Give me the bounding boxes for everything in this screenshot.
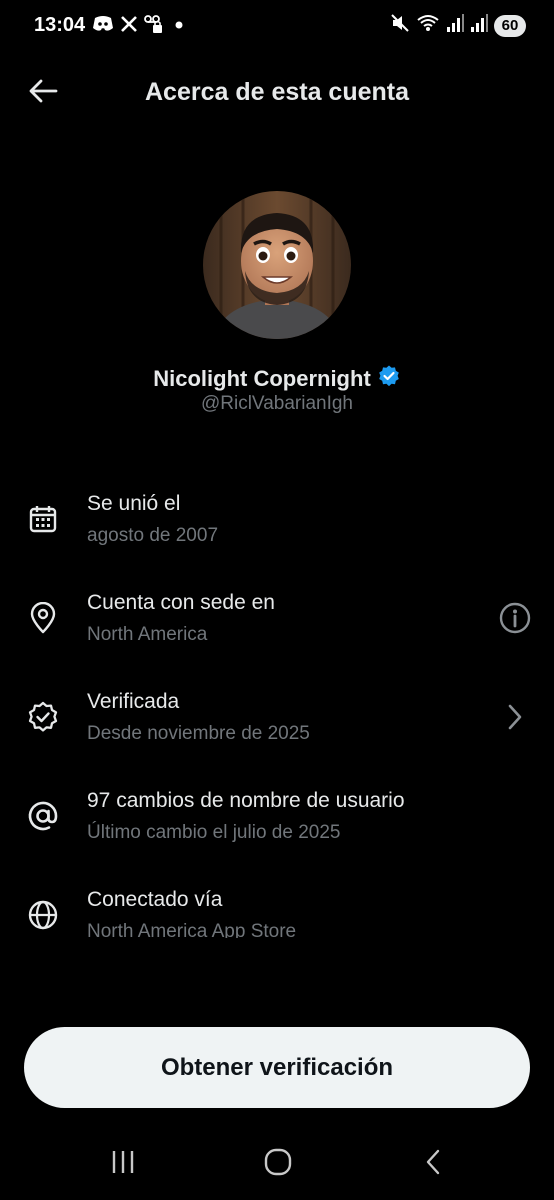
connected-via-value: North America App Store — [87, 921, 297, 938]
username-handle: @RiclVabarianIgh — [200, 393, 353, 414]
status-bar: 13:04 60 — [0, 0, 554, 52]
signal-icon — [470, 13, 488, 38]
verified-badge-icon — [24, 698, 62, 736]
location-value: North America — [87, 624, 208, 645]
joined-title: Se unió el — [87, 492, 181, 515]
verified-title: Verificada — [87, 690, 180, 713]
signal-icon — [446, 13, 464, 38]
status-time: 13:04 — [34, 14, 86, 36]
display-name: Nicolight Copernight — [153, 366, 371, 391]
account-info-list: Se unió el agosto de 2007 Cuenta con sed… — [0, 480, 554, 938]
list-item-connected-via: Conectado vía North America App Store — [0, 876, 554, 938]
display-name-row: Nicolight Copernight — [0, 364, 554, 394]
system-back-button[interactable] — [403, 1144, 463, 1184]
notification-icons — [92, 14, 186, 34]
verified-badge-icon — [377, 364, 401, 394]
dot-icon — [172, 15, 186, 33]
chevron-right-icon[interactable] — [496, 698, 534, 736]
page-title: Acerca de esta cuenta — [144, 78, 410, 106]
battery-level: 60 — [494, 14, 526, 37]
at-sign-icon — [24, 797, 62, 835]
list-item-username-changes: 97 cambios de nombre de usuario Último c… — [0, 777, 554, 867]
joined-date: agosto de 2007 — [87, 525, 219, 546]
calendar-icon — [24, 500, 62, 538]
top-app-bar: Acerca de esta cuenta — [0, 62, 554, 124]
x-icon — [120, 15, 138, 33]
system-nav-bar — [0, 1130, 554, 1200]
globe-icon — [24, 896, 62, 934]
mute-vibrate-icon — [390, 13, 410, 38]
home-button[interactable] — [248, 1144, 308, 1184]
list-item-verified[interactable]: Verificada Desde noviembre de 2025 — [0, 678, 554, 768]
recents-icon — [109, 1149, 137, 1180]
home-icon — [263, 1147, 293, 1182]
avatar — [203, 191, 351, 339]
location-pin-icon — [24, 599, 62, 637]
recents-button[interactable] — [93, 1144, 153, 1184]
list-item-location: Cuenta con sede en North America — [0, 579, 554, 669]
info-icon[interactable] — [496, 599, 534, 637]
location-title: Cuenta con sede en — [87, 591, 275, 614]
verified-since: Desde noviembre de 2025 — [87, 723, 310, 744]
username-changes-title: 97 cambios de nombre de usuario — [87, 789, 405, 812]
wifi-icon — [416, 13, 440, 38]
discord-icon — [92, 15, 114, 33]
get-verified-button[interactable]: Obtener verificación — [24, 1027, 530, 1108]
connected-via-title: Conectado vía — [87, 888, 223, 911]
list-item-joined: Se unió el agosto de 2007 — [0, 480, 554, 570]
back-icon — [422, 1147, 444, 1182]
username-last-change: Último cambio el julio de 2025 — [87, 822, 341, 843]
voicemail-lock-icon — [144, 14, 166, 34]
